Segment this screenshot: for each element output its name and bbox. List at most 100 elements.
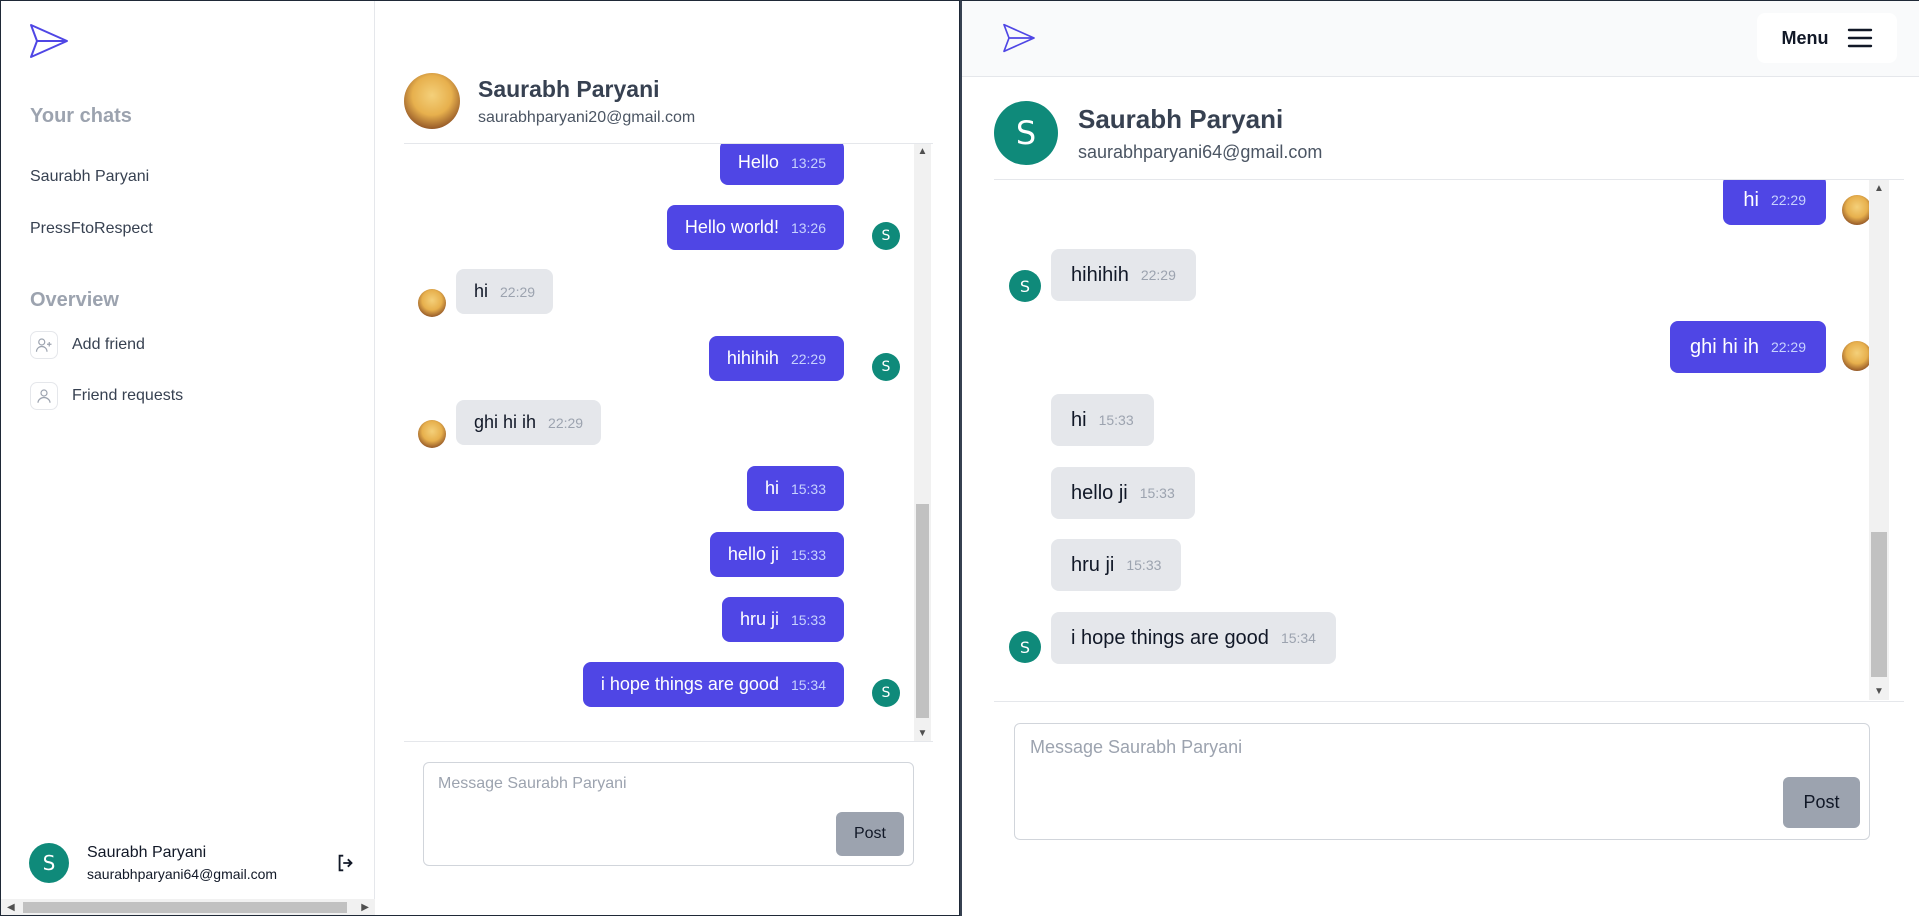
message-bubble: hi 22:29 [456, 269, 554, 314]
message-input[interactable] [1015, 724, 1869, 784]
message-time: 22:29 [1770, 339, 1806, 355]
message-text: ghi hi ih [474, 412, 537, 432]
message-text: hello ji [1071, 481, 1128, 504]
post-button[interactable]: Post [836, 812, 904, 856]
message-time: 22:29 [548, 414, 584, 431]
message-bubble: hi 15:33 [746, 466, 844, 511]
message-time: 13:26 [790, 219, 826, 236]
message-bubble: hi 15:33 [1051, 394, 1154, 446]
add-friend-label: Add friend [72, 336, 145, 353]
message-time: 22:29 [1140, 267, 1176, 283]
vertical-scrollbar[interactable]: ▲ ▼ [914, 144, 931, 741]
message-time: 22:29 [790, 350, 826, 367]
chat-link-saurabh[interactable]: Saurabh Paryani [30, 168, 149, 186]
message-bubble: hru ji 15:33 [721, 597, 844, 642]
message-bubble: ghi hi ih 22:29 [1670, 321, 1826, 373]
partner-avatar: S [994, 101, 1058, 165]
scroll-down-arrow-icon[interactable]: ▼ [914, 728, 931, 739]
message-time: 22:29 [500, 283, 536, 300]
your-chats-title: Your chats [30, 105, 132, 127]
add-friend-link[interactable]: Add friend [30, 331, 145, 359]
message-text: i hope things are good [600, 674, 779, 694]
message-bubble: hi 22:29 [1723, 180, 1826, 225]
message-bubble: i hope things are good 15:34 [1051, 612, 1336, 664]
message-bubble: hihihih 22:29 [708, 336, 844, 381]
scrollbar-thumb[interactable] [916, 504, 929, 718]
scroll-left-arrow-icon[interactable]: ◀ [7, 902, 15, 913]
message-bubble: Hello 13:25 [719, 144, 844, 185]
scrollbar-thumb[interactable] [23, 902, 347, 913]
vertical-scrollbar[interactable]: ▲ ▼ [1869, 180, 1889, 700]
chat-header: S Saurabh Paryani saurabhparyani64@gmail… [994, 101, 1322, 165]
message-composer: Post [423, 762, 914, 866]
chat-header: Saurabh Paryani saurabhparyani20@gmail.c… [404, 73, 695, 129]
app-logo-icon[interactable] [29, 23, 69, 59]
message-bubble: hello ji 15:33 [1051, 467, 1195, 519]
message-bubble: i hope things are good 15:34 [582, 662, 844, 707]
partner-name: Saurabh Paryani [478, 75, 660, 102]
scroll-up-arrow-icon[interactable]: ▲ [1869, 183, 1889, 194]
current-user-name: Saurabh Paryani [87, 844, 207, 861]
scroll-right-arrow-icon[interactable]: ▶ [361, 902, 369, 913]
scroll-up-arrow-icon[interactable]: ▲ [914, 146, 931, 157]
message-bubble: hello ji 15:33 [709, 532, 844, 577]
message-text: hello ji [727, 544, 779, 564]
avatar: S [1009, 631, 1041, 663]
message-time: 13:25 [790, 154, 826, 171]
scrollbar-thumb[interactable] [1871, 532, 1887, 677]
app-logo-icon[interactable] [1002, 23, 1036, 53]
message-time: 15:33 [790, 546, 826, 563]
post-button[interactable]: Post [1783, 777, 1860, 828]
scroll-down-arrow-icon[interactable]: ▼ [1869, 686, 1889, 697]
message-time: 15:33 [790, 480, 826, 497]
partner-name: Saurabh Paryani [1078, 103, 1284, 134]
message-bubble: ghi hi ih 22:29 [456, 400, 602, 445]
message-text: hi [764, 478, 779, 498]
message-text: hihihih [726, 348, 779, 368]
avatar [1842, 341, 1872, 371]
message-time: 15:33 [790, 611, 826, 628]
avatar: S [1009, 270, 1041, 302]
message-text: hi [1071, 408, 1087, 431]
message-list[interactable]: hi 22:29 S hihihih 22:29 ghi hi ih 22:29 hi… [994, 180, 1886, 700]
message-time: 15:33 [1098, 412, 1134, 428]
message-list[interactable]: Hello 13:25 Hello world! 13:26 S hi 22:29 h… [404, 144, 914, 741]
hamburger-icon [1847, 28, 1872, 48]
message-time: 15:34 [790, 676, 826, 693]
message-text: hi [474, 281, 489, 301]
menu-button[interactable]: Menu [1757, 13, 1897, 63]
partner-email: saurabhparyani64@gmail.com [1078, 141, 1323, 162]
current-user-email: saurabhparyani64@gmail.com [87, 866, 278, 882]
message-time: 15:34 [1280, 630, 1316, 646]
partner-avatar [404, 73, 460, 129]
horizontal-scrollbar[interactable]: ◀ ▶ [1, 899, 375, 915]
message-time: 15:33 [1139, 485, 1175, 501]
current-user: S Saurabh Paryani saurabhparyani64@gmail… [29, 843, 277, 883]
chat-window-desktop: Your chats Saurabh Paryani PressFtoRespe… [0, 0, 960, 916]
avatar: S [872, 679, 900, 707]
logout-icon[interactable] [335, 852, 357, 874]
user-plus-icon [30, 331, 58, 359]
message-text: hi [1743, 188, 1759, 211]
divider [404, 741, 933, 742]
avatar: S [29, 843, 69, 883]
message-time: 15:33 [1126, 557, 1162, 573]
divider [994, 701, 1904, 702]
top-bar: Menu [962, 1, 1919, 77]
avatar [1842, 195, 1872, 225]
message-composer: Post [1014, 723, 1870, 840]
message-bubble: hihihih 22:29 [1051, 249, 1196, 301]
message-text: hru ji [1071, 553, 1115, 576]
avatar: S [872, 222, 900, 250]
menu-label: Menu [1781, 27, 1829, 48]
chat-link-pressftorespect[interactable]: PressFtoRespect [30, 220, 153, 238]
message-bubble: Hello world! 13:26 [666, 205, 844, 250]
friend-requests-link[interactable]: Friend requests [30, 382, 183, 410]
avatar: S [872, 353, 900, 381]
avatar [418, 420, 446, 448]
overview-title: Overview [30, 289, 119, 311]
message-bubble: hru ji 15:33 [1051, 539, 1182, 591]
friend-requests-label: Friend requests [72, 387, 184, 404]
sidebar: Your chats Saurabh Paryani PressFtoRespe… [1, 1, 375, 915]
chat-window-mobile: Menu S Saurabh Paryani saurabhparyani64@… [960, 0, 1919, 916]
